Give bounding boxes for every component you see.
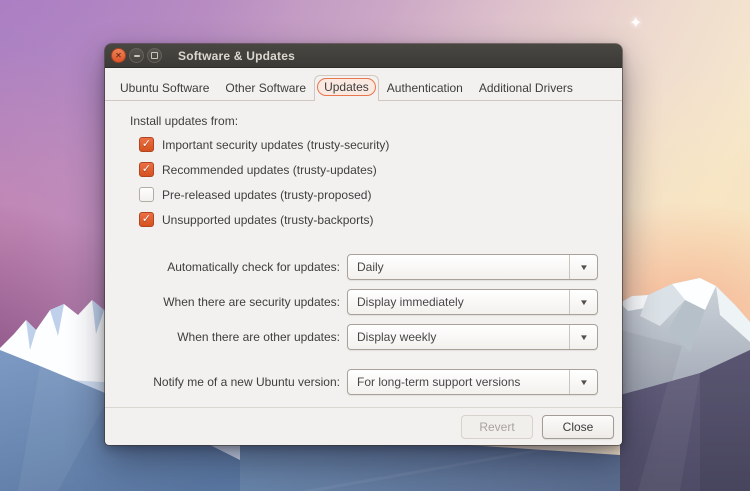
titlebar[interactable]: ✕ Software & Updates: [105, 44, 622, 68]
dropdown-row-check-frequency: Automatically check for updates: Daily ▼: [130, 254, 598, 280]
checkbox[interactable]: ✓: [139, 162, 154, 177]
checkbox[interactable]: ✓: [139, 212, 154, 227]
close-icon: ✕: [115, 52, 122, 60]
check-icon: ✓: [142, 163, 151, 176]
updates-tab-panel: Install updates from: ✓ Important securi…: [105, 101, 622, 395]
dropdown-value: Daily: [348, 255, 569, 279]
checkbox-row-prereleased-updates[interactable]: ✓ Pre-released updates (trusty-proposed): [139, 187, 598, 202]
checkbox-label: Pre-released updates (trusty-proposed): [162, 188, 371, 202]
software-updates-window: ✕ Software & Updates Ubuntu Software Oth…: [105, 44, 622, 445]
tab-label: Updates: [317, 78, 376, 96]
dropdown-row-new-version: Notify me of a new Ubuntu version: For l…: [130, 369, 598, 395]
chevron-down-icon: ▼: [579, 333, 589, 342]
dropdown-row-other-updates: When there are other updates: Display we…: [130, 324, 598, 350]
tab-bar: Ubuntu Software Other Software Updates A…: [105, 68, 622, 101]
check-icon: ✓: [142, 213, 151, 226]
security-updates-dropdown[interactable]: Display immediately ▼: [347, 289, 598, 315]
chevron-down-icon: ▼: [579, 263, 589, 272]
desktop: ✦ ✕ Software & Updates Ubuntu Software O…: [0, 0, 750, 491]
other-updates-dropdown[interactable]: Display weekly ▼: [347, 324, 598, 350]
window-title: Software & Updates: [178, 49, 295, 63]
check-icon: ✓: [142, 138, 151, 151]
dropdown-section: Automatically check for updates: Daily ▼…: [130, 254, 598, 395]
tab-label: Authentication: [387, 81, 463, 95]
dropdown-arrow-box: ▼: [569, 370, 597, 394]
dropdown-value: For long-term support versions: [348, 370, 569, 394]
dropdown-arrow-box: ▼: [569, 290, 597, 314]
dropdown-row-security-updates: When there are security updates: Display…: [130, 289, 598, 315]
dropdown-arrow-box: ▼: [569, 325, 597, 349]
window-maximize-button[interactable]: [147, 48, 162, 63]
checkbox-label: Unsupported updates (trusty-backports): [162, 213, 373, 227]
checkbox-label: Recommended updates (trusty-updates): [162, 163, 377, 177]
dropdown-arrow-box: ▼: [569, 255, 597, 279]
tab-authentication[interactable]: Authentication: [379, 78, 471, 100]
close-button[interactable]: Close: [542, 415, 614, 439]
dropdown-label: Notify me of a new Ubuntu version:: [130, 375, 340, 389]
dropdown-label: When there are other updates:: [130, 330, 340, 344]
action-bar: Revert Close: [105, 407, 622, 445]
sparkle-icon: ✦: [629, 16, 642, 32]
tab-other-software[interactable]: Other Software: [217, 78, 314, 100]
checkbox[interactable]: ✓: [139, 187, 154, 202]
tab-additional-drivers[interactable]: Additional Drivers: [471, 78, 581, 100]
chevron-down-icon: ▼: [579, 378, 589, 387]
new-version-notify-dropdown[interactable]: For long-term support versions ▼: [347, 369, 598, 395]
tab-label: Ubuntu Software: [120, 81, 209, 95]
tab-ubuntu-software[interactable]: Ubuntu Software: [112, 78, 217, 100]
minimize-icon: [134, 55, 140, 57]
tab-label: Other Software: [225, 81, 306, 95]
install-updates-from-label: Install updates from:: [130, 114, 598, 128]
window-close-button[interactable]: ✕: [111, 48, 126, 63]
tab-updates[interactable]: Updates: [314, 75, 379, 101]
window-minimize-button[interactable]: [129, 48, 144, 63]
dropdown-label: When there are security updates:: [130, 295, 340, 309]
chevron-down-icon: ▼: [579, 298, 589, 307]
check-frequency-dropdown[interactable]: Daily ▼: [347, 254, 598, 280]
dropdown-label: Automatically check for updates:: [130, 260, 340, 274]
tab-label: Additional Drivers: [479, 81, 573, 95]
dropdown-value: Display weekly: [348, 325, 569, 349]
checkbox-label: Important security updates (trusty-secur…: [162, 138, 389, 152]
checkbox-row-recommended-updates[interactable]: ✓ Recommended updates (trusty-updates): [139, 162, 598, 177]
revert-button[interactable]: Revert: [461, 415, 533, 439]
dropdown-value: Display immediately: [348, 290, 569, 314]
checkbox-row-unsupported-updates[interactable]: ✓ Unsupported updates (trusty-backports): [139, 212, 598, 227]
checkbox-row-security-updates[interactable]: ✓ Important security updates (trusty-sec…: [139, 137, 598, 152]
checkbox[interactable]: ✓: [139, 137, 154, 152]
maximize-icon: [151, 52, 158, 59]
